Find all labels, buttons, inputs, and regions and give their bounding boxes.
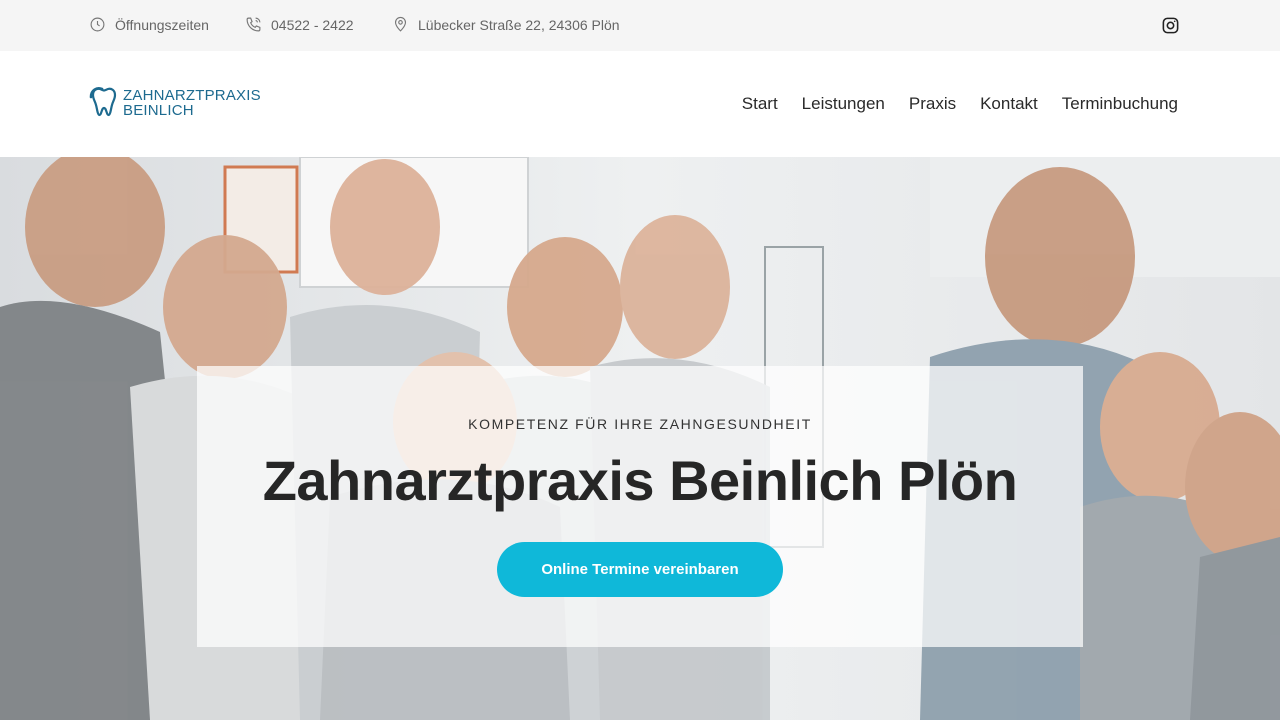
top-info-bar: Öffnungszeiten 04522 - 2422 Lübecker Str… (0, 0, 1280, 51)
hero-kicker: KOMPETENZ FÜR IHRE ZAHNGESUNDHEIT (468, 416, 812, 432)
location-pin-icon (394, 16, 407, 32)
hero-section: KOMPETENZ FÜR IHRE ZAHNGESUNDHEIT Zahnar… (0, 157, 1280, 720)
nav-item-kontakt[interactable]: Kontakt (980, 94, 1038, 114)
phone-icon (246, 17, 261, 32)
address-label: Lübecker Straße 22, 24306 Plön (418, 16, 620, 33)
nav-item-start[interactable]: Start (742, 94, 778, 114)
opening-hours-label: Öffnungszeiten (115, 16, 209, 33)
site-header: ZAHNARZTPRAXIS BEINLICH Start Leistungen… (0, 51, 1280, 157)
instagram-icon[interactable] (1161, 16, 1180, 35)
phone-number[interactable]: 04522 - 2422 (245, 16, 354, 33)
clock-icon (90, 17, 105, 32)
logo-line-2: BEINLICH (123, 102, 194, 119)
nav-item-praxis[interactable]: Praxis (909, 94, 956, 114)
nav-item-terminbuchung[interactable]: Terminbuchung (1062, 94, 1178, 114)
phone-label: 04522 - 2422 (271, 16, 354, 33)
logo-line-1: ZAHNARZTPRAXIS (123, 87, 261, 104)
tooth-logo-icon (89, 87, 117, 117)
address[interactable]: Lübecker Straße 22, 24306 Plön (392, 16, 620, 33)
main-navigation: Start Leistungen Praxis Kontakt Terminbu… (742, 94, 1178, 114)
hero-headline: Zahnarztpraxis Beinlich Plön (262, 449, 1018, 512)
online-appointment-button[interactable]: Online Termine vereinbaren (497, 542, 783, 597)
nav-item-leistungen[interactable]: Leistungen (802, 94, 885, 114)
opening-hours[interactable]: Öffnungszeiten (89, 16, 209, 33)
hero-card: KOMPETENZ FÜR IHRE ZAHNGESUNDHEIT Zahnar… (197, 366, 1083, 647)
logo[interactable]: ZAHNARZTPRAXIS BEINLICH (89, 85, 261, 121)
